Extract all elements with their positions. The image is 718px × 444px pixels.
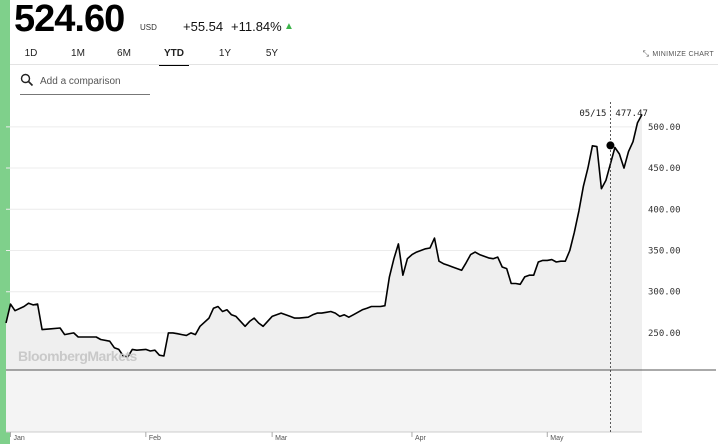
x-tick-label: Feb — [149, 435, 161, 442]
y-tick-label: 350.00 — [648, 246, 681, 256]
y-tick-label: 500.00 — [648, 123, 681, 133]
tooltip-value: 477.47 — [615, 109, 648, 119]
y-tick-label: 250.00 — [648, 329, 681, 339]
y-tick-label: 400.00 — [648, 205, 681, 215]
crosshair-point — [606, 141, 615, 150]
price-area — [6, 114, 642, 370]
price-chart[interactable]: 500.00 450.00 400.00 350.00 300.00 250.00 Jan F… — [0, 0, 718, 444]
x-tick-label: Apr — [415, 435, 427, 442]
lower-panel — [6, 370, 642, 432]
x-tick-label: May — [550, 435, 564, 442]
y-tick-label: 300.00 — [648, 288, 681, 298]
tooltip-date: 05/15 — [579, 109, 606, 119]
x-tick-label: Jan — [14, 435, 25, 442]
x-tick-label: Mar — [275, 435, 288, 442]
bloomberg-watermark: BloombergMarkets — [18, 348, 137, 364]
y-tick-label: 450.00 — [648, 164, 681, 174]
